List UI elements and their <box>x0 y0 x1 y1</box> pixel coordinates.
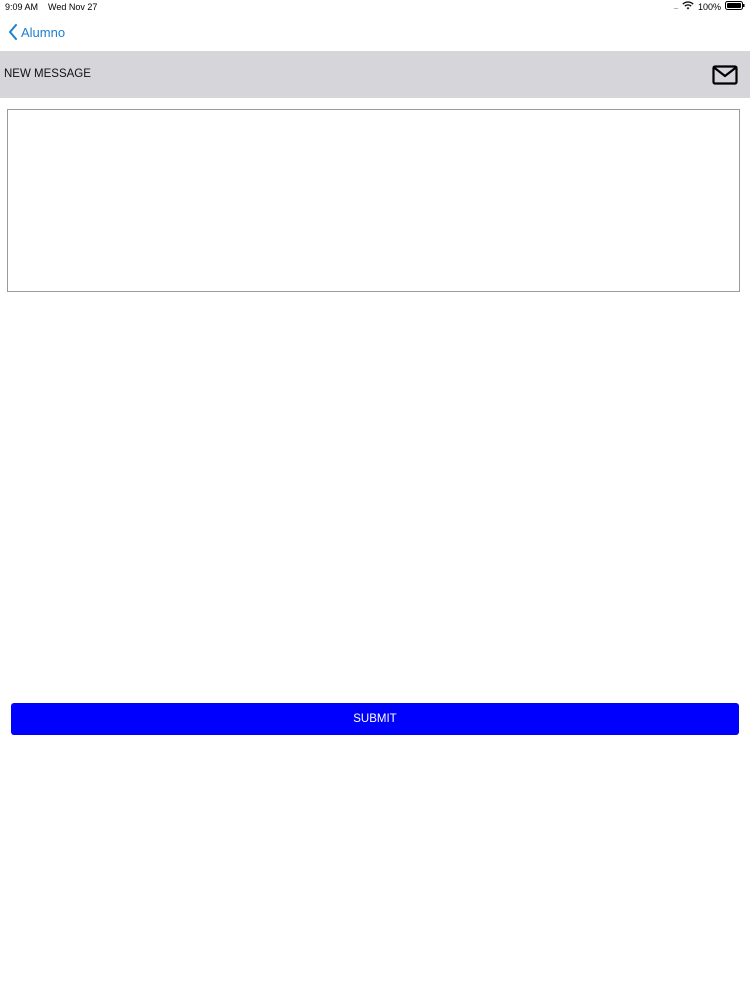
message-input[interactable] <box>7 109 740 292</box>
mail-icon <box>712 65 738 85</box>
page-title: NEW MESSAGE <box>4 68 91 80</box>
signal-icon: .... <box>673 2 679 11</box>
battery-icon <box>725 1 745 12</box>
back-button[interactable]: Alumno <box>8 24 65 40</box>
battery-percent: 100% <box>697 1 721 12</box>
status-bar: 9:09 AM Wed Nov 27 .... 100% <box>0 0 750 14</box>
wifi-icon <box>682 1 694 12</box>
back-button-label: Alumno <box>21 24 66 40</box>
submit-button[interactable]: SUBMIT <box>11 703 739 735</box>
status-date: Wed Nov 27 <box>48 2 98 12</box>
header-bar: NEW MESSAGE <box>0 51 750 98</box>
chevron-left-icon <box>9 24 17 40</box>
status-time: 9:09 AM <box>5 2 39 12</box>
nav-bar: Alumno <box>0 20 750 48</box>
status-right: .... 100% <box>673 1 745 12</box>
